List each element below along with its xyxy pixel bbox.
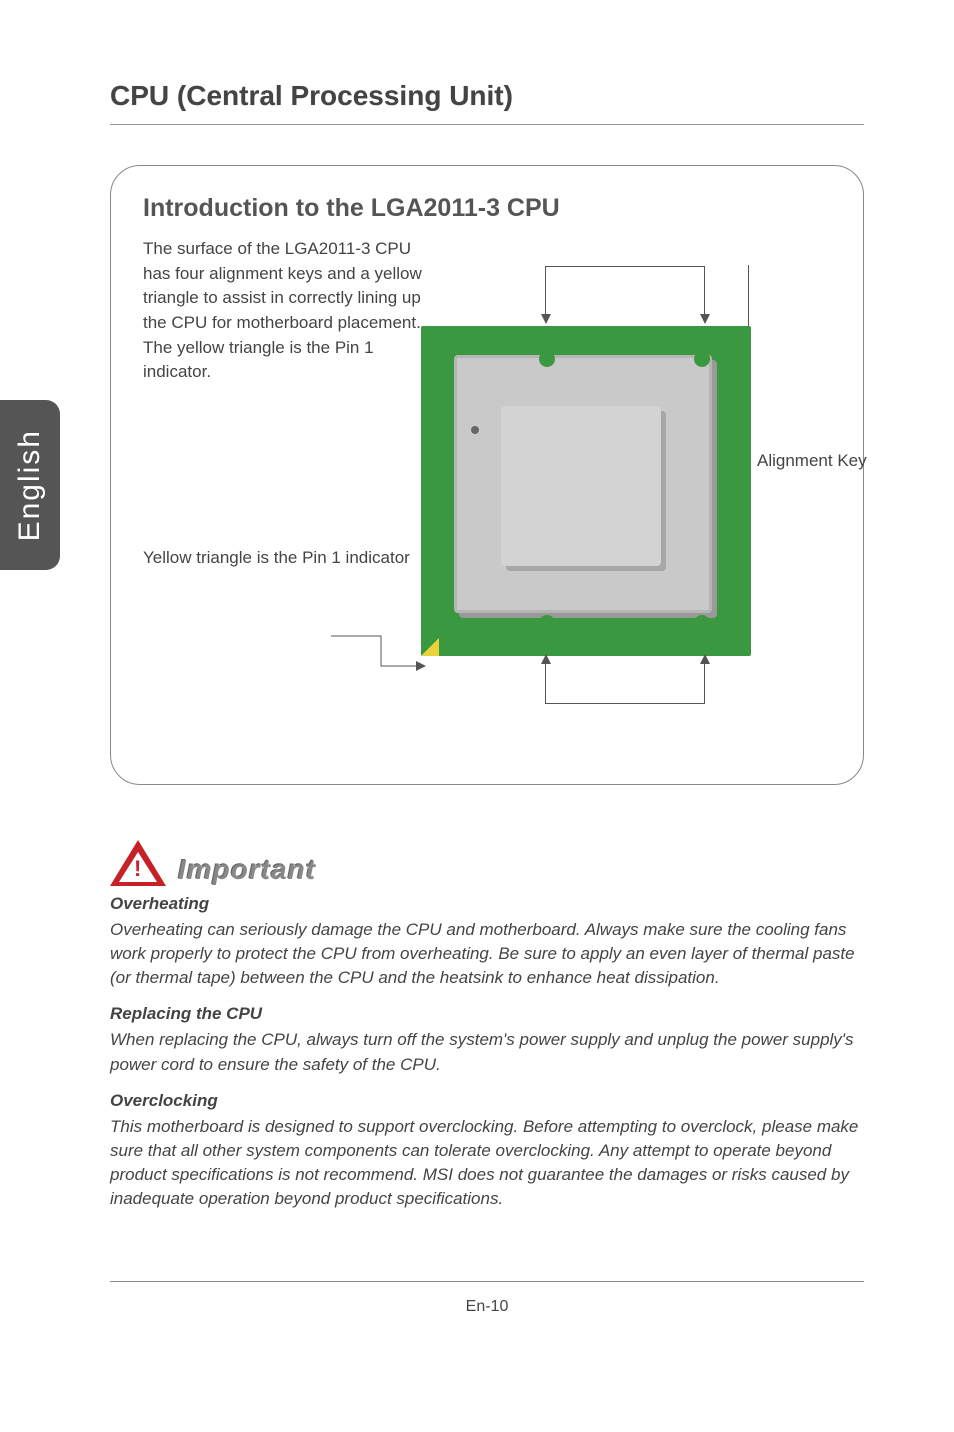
language-tab: English: [0, 400, 60, 570]
cpu-inner: [501, 406, 661, 566]
pin1-note: Yellow triangle is the Pin 1 indicator: [143, 546, 410, 571]
alignment-bracket-bottom: [545, 664, 705, 704]
arrow-down-icon: [700, 314, 710, 324]
cpu-dot-icon: [471, 426, 479, 434]
alignment-key-notch: [694, 615, 710, 631]
overclocking-body: This motherboard is designed to support …: [110, 1115, 864, 1212]
important-label: Important: [178, 854, 316, 886]
page-number: En-10: [110, 1282, 864, 1316]
important-block: ! Important Overheating Overheating can …: [110, 840, 864, 1211]
arrow-up-icon: [541, 654, 551, 664]
alignment-key-label: Alignment Key: [757, 451, 867, 471]
alignment-key-notch: [539, 615, 555, 631]
warning-triangle-icon: !: [110, 840, 166, 886]
pin1-leader-line: [331, 606, 451, 686]
section-title: CPU (Central Processing Unit): [110, 80, 864, 125]
intro-card: Introduction to the LGA2011-3 CPU The su…: [110, 165, 864, 785]
alignment-bracket-top: [545, 266, 705, 316]
alignment-key-notch: [539, 351, 555, 367]
language-tab-label: English: [13, 429, 47, 541]
card-title: Introduction to the LGA2011-3 CPU: [143, 194, 831, 223]
replacing-heading: Replacing the CPU: [110, 1004, 864, 1024]
card-description: The surface of the LGA2011-3 CPU has fou…: [143, 237, 423, 385]
overheating-heading: Overheating: [110, 894, 864, 914]
arrow-up-icon: [700, 654, 710, 664]
arrow-down-icon: [541, 314, 551, 324]
overheating-body: Overheating can seriously damage the CPU…: [110, 918, 864, 990]
important-header: ! Important: [110, 840, 864, 886]
alignment-key-notch: [694, 351, 710, 367]
replacing-body: When replacing the CPU, always turn off …: [110, 1028, 864, 1076]
overclocking-heading: Overclocking: [110, 1091, 864, 1111]
cpu-package: [421, 326, 751, 656]
cpu-diagram: Alignment Key: [421, 256, 851, 726]
